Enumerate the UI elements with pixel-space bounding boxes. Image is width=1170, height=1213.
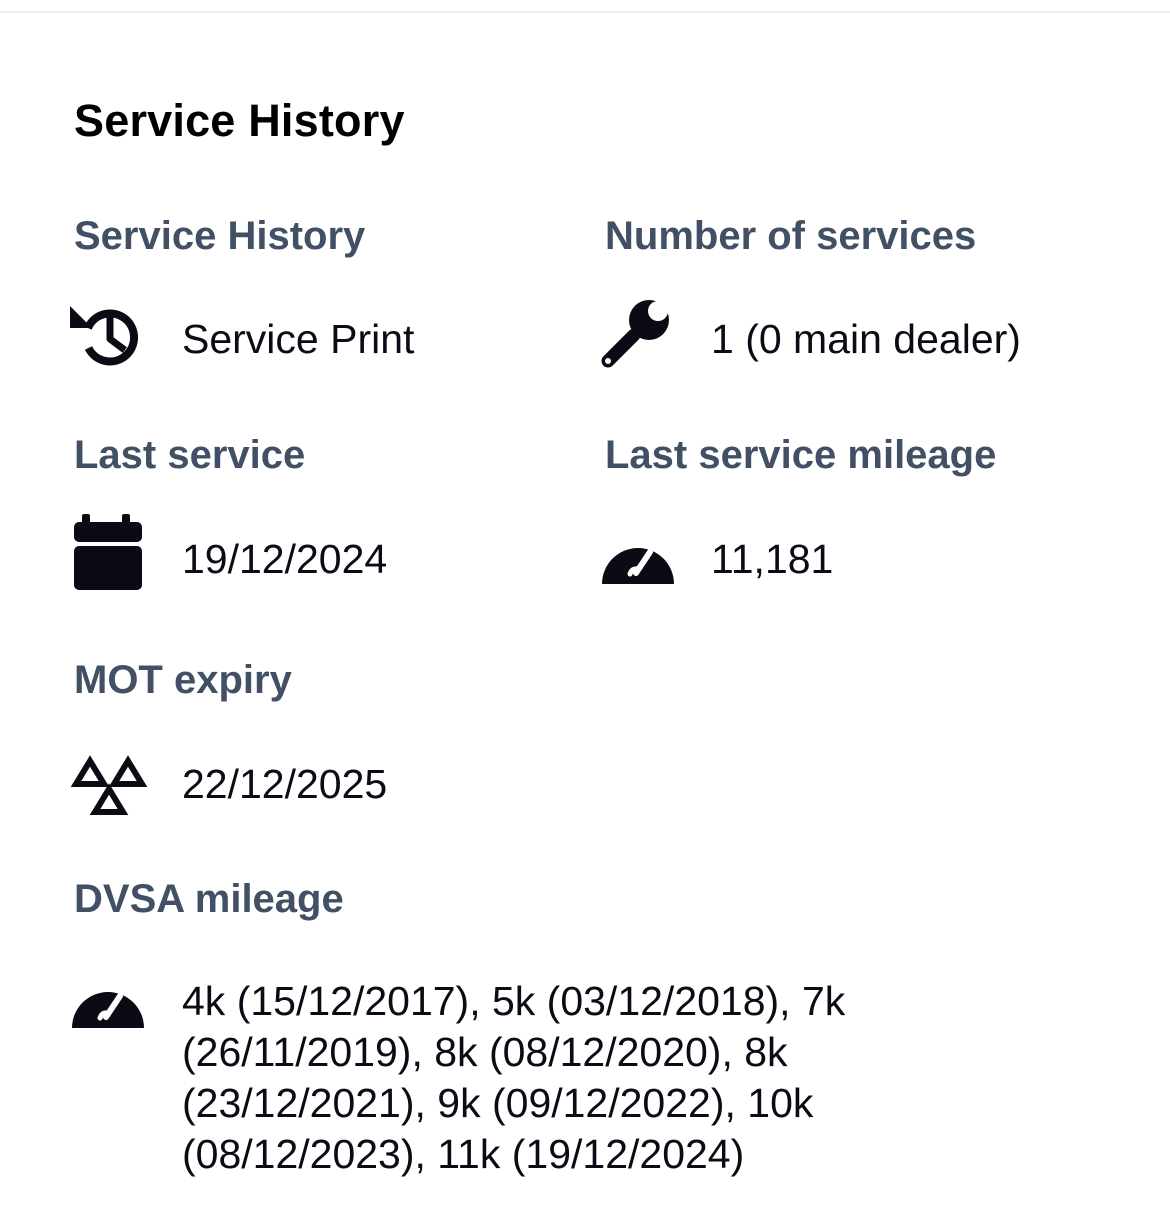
dvsa-mileage-value: 4k (15/12/2017), 5k (03/12/2018), 7k (26… bbox=[182, 978, 846, 1177]
history-icon bbox=[68, 298, 146, 376]
number-of-services-value: 1 (0 main dealer) bbox=[711, 316, 1021, 362]
speedometer-icon bbox=[598, 518, 676, 596]
mot-expiry-value: 22/12/2025 bbox=[182, 761, 388, 807]
calendar-icon bbox=[70, 514, 148, 592]
last-service-mileage-label: Last service mileage bbox=[605, 433, 997, 477]
mot-triangles-icon bbox=[70, 748, 148, 826]
speedometer-icon bbox=[68, 962, 146, 1040]
last-service-mileage-value: 11,181 bbox=[711, 536, 834, 582]
number-of-services-label: Number of services bbox=[605, 214, 977, 258]
section-title: Service History bbox=[74, 95, 405, 146]
top-divider bbox=[0, 11, 1170, 13]
service-history-value: Service Print bbox=[182, 316, 415, 362]
wrench-icon bbox=[598, 295, 676, 373]
last-service-value: 19/12/2024 bbox=[182, 536, 388, 582]
service-history-label: Service History bbox=[74, 214, 366, 258]
last-service-label: Last service bbox=[74, 433, 306, 477]
dvsa-mileage-label: DVSA mileage bbox=[74, 877, 344, 921]
mot-expiry-label: MOT expiry bbox=[74, 658, 292, 702]
